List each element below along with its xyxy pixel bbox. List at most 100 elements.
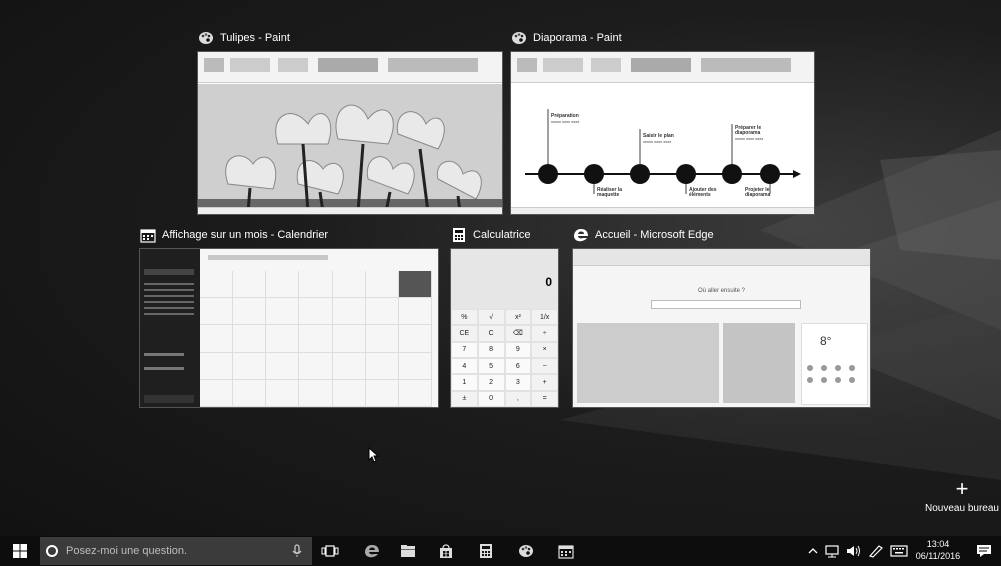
window-edge[interactable]: Accueil - Microsoft Edge Où aller ensuit… bbox=[573, 229, 870, 407]
slide-step-label: Projeter le diaporama bbox=[745, 187, 771, 198]
window-thumbnail[interactable]: Où aller ensuite ? 8° bbox=[573, 249, 870, 407]
diaporama-slide: Préparation xxxxx xxxx xxxx Saisir le pla… bbox=[515, 84, 804, 206]
calculator-icon bbox=[451, 227, 467, 243]
edge-search-field bbox=[651, 300, 801, 309]
edge-page: Où aller ensuite ? 8° bbox=[573, 266, 870, 407]
calculator-display: 0 bbox=[545, 275, 552, 289]
calculator-key[interactable]: ⌫ bbox=[504, 325, 532, 342]
cortana-search-box[interactable]: Posez-moi une question. bbox=[40, 537, 312, 565]
calendar-icon bbox=[140, 227, 156, 243]
search-placeholder: Posez-moi une question. bbox=[66, 545, 188, 557]
start-button[interactable] bbox=[6, 536, 34, 566]
news-tile bbox=[577, 323, 719, 403]
calculator-key[interactable]: 1/x bbox=[531, 309, 558, 326]
edge-icon bbox=[573, 227, 589, 243]
window-tulipes-paint[interactable]: Tulipes - Paint bbox=[198, 32, 502, 214]
volume-button[interactable] bbox=[844, 536, 864, 566]
calculator-key[interactable]: , bbox=[504, 390, 532, 407]
microphone-icon[interactable] bbox=[292, 544, 302, 558]
taskbar-paint[interactable] bbox=[512, 536, 540, 566]
window-thumbnail[interactable] bbox=[198, 52, 502, 214]
slide-step-label: Préparation xxxxx xxxx xxxx bbox=[551, 113, 580, 125]
calendar-sidebar bbox=[140, 249, 200, 407]
store-bag-icon bbox=[440, 544, 452, 558]
window-title: Calculatrice bbox=[473, 229, 531, 241]
calculator-key[interactable]: 7 bbox=[451, 341, 478, 358]
system-clock[interactable]: 13:04 06/11/2016 bbox=[912, 538, 964, 562]
chevron-up-icon bbox=[808, 548, 818, 554]
mouse-cursor-icon bbox=[368, 447, 380, 463]
edge-icon bbox=[365, 545, 379, 558]
weather-widget: 8° bbox=[801, 323, 868, 405]
paint-palette-icon bbox=[511, 30, 527, 46]
keyboard-icon bbox=[890, 545, 908, 557]
window-title-bar: Affichage sur un mois - Calendrier bbox=[140, 227, 328, 243]
window-thumbnail[interactable]: 0 % √ x² 1/x CE C ⌫ ÷ 7 8 9 × 4 5 6− 1 2 3 + ±0, = bbox=[451, 249, 558, 407]
window-title-bar: Calculatrice bbox=[451, 227, 530, 243]
calculator-key[interactable]: 6 bbox=[504, 358, 532, 375]
plus-icon: + bbox=[955, 476, 969, 501]
network-button[interactable] bbox=[822, 536, 842, 566]
touch-keyboard-button[interactable] bbox=[888, 536, 910, 566]
calculator-key[interactable]: ± bbox=[451, 390, 478, 407]
calculator-key[interactable]: 8 bbox=[477, 341, 505, 358]
window-thumbnail[interactable] bbox=[140, 249, 438, 407]
edge-tab-bar bbox=[573, 249, 870, 266]
slide-step-label: Réaliser la maquette bbox=[597, 187, 623, 198]
calculator-icon bbox=[480, 544, 492, 558]
paint-ribbon bbox=[511, 52, 814, 83]
calculator-key[interactable]: √ bbox=[477, 309, 505, 326]
paint-status-bar bbox=[198, 207, 502, 214]
cortana-icon bbox=[46, 545, 58, 557]
new-desktop-button[interactable]: + Nouveau bureau bbox=[924, 476, 1000, 515]
calculator-key[interactable]: − bbox=[531, 358, 558, 375]
folder-icon bbox=[401, 545, 415, 557]
taskbar-edge[interactable] bbox=[358, 536, 386, 566]
calculator-keypad: % √ x² 1/x CE C ⌫ ÷ 7 8 9 × 4 5 6− 1 2 3 + ±0, = bbox=[451, 309, 558, 407]
calculator-key[interactable]: 1 bbox=[451, 374, 478, 391]
paint-palette-icon bbox=[519, 545, 533, 557]
action-center-button[interactable] bbox=[970, 536, 998, 566]
taskbar-store[interactable] bbox=[432, 536, 460, 566]
calculator-key[interactable]: % bbox=[451, 309, 478, 326]
calculator-key[interactable]: × bbox=[531, 341, 558, 358]
taskbar: Posez-moi une question. 13:04 06/11/2016 bbox=[0, 536, 1001, 566]
slide-step-label: Ajouter des éléments bbox=[689, 187, 717, 198]
notifications-icon bbox=[977, 545, 991, 557]
window-title: Accueil - Microsoft Edge bbox=[595, 229, 714, 241]
show-hidden-icons-button[interactable] bbox=[806, 536, 820, 566]
tulip-photo bbox=[198, 84, 502, 213]
clock-date: 06/11/2016 bbox=[915, 551, 961, 561]
calculator-key[interactable]: x² bbox=[504, 309, 532, 326]
calculator-key[interactable]: 9 bbox=[504, 341, 532, 358]
paint-status-bar bbox=[511, 207, 814, 214]
calendar-icon bbox=[558, 545, 574, 559]
taskbar-calendar[interactable] bbox=[552, 536, 580, 566]
calculator-key[interactable]: 4 bbox=[451, 358, 478, 375]
window-calendrier[interactable]: Affichage sur un mois - Calendrier bbox=[140, 229, 438, 407]
pen-icon bbox=[868, 545, 883, 558]
calculator-key[interactable]: 2 bbox=[477, 374, 505, 391]
calculator-key[interactable]: + bbox=[531, 374, 558, 391]
calculator-key[interactable]: = bbox=[531, 390, 558, 407]
calculator-key[interactable]: CE bbox=[451, 325, 478, 342]
window-thumbnail[interactable]: Préparation xxxxx xxxx xxxx Saisir le pla… bbox=[511, 52, 814, 214]
calculator-key[interactable]: ÷ bbox=[531, 325, 558, 342]
window-calculatrice[interactable]: Calculatrice 0 % √ x² 1/x CE C ⌫ ÷ 7 8 9 × 4 5 6− 1 2 3 + ±… bbox=[451, 228, 558, 407]
calendar-grid bbox=[200, 271, 432, 407]
window-title-bar: Accueil - Microsoft Edge bbox=[573, 227, 714, 243]
speaker-icon bbox=[847, 545, 860, 557]
calculator-key[interactable]: 5 bbox=[477, 358, 505, 375]
task-view-button[interactable] bbox=[316, 536, 344, 566]
calculator-key[interactable]: 3 bbox=[504, 374, 532, 391]
window-diaporama-paint[interactable]: Diaporama - Paint Préparation xxxxx xxxx… bbox=[511, 32, 814, 214]
paint-palette-icon bbox=[198, 30, 214, 46]
taskbar-calculator[interactable] bbox=[472, 536, 500, 566]
taskbar-file-explorer[interactable] bbox=[394, 536, 422, 566]
calculator-key[interactable]: 0 bbox=[477, 390, 505, 407]
pen-workspace-button[interactable] bbox=[866, 536, 886, 566]
calculator-key[interactable]: C bbox=[477, 325, 505, 342]
window-title-bar: Diaporama - Paint bbox=[511, 30, 622, 46]
slide-step-label: Préparer le diaporama xxxxx xxxx xxxx bbox=[735, 125, 764, 142]
weather-temperature: 8° bbox=[820, 334, 832, 348]
